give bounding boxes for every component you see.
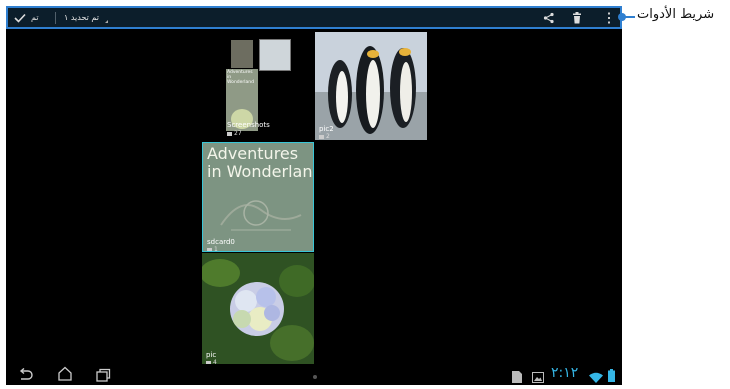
album-tile-pic[interactable]: pic 4 [202, 253, 314, 364]
stacked-thumbnail [231, 40, 253, 68]
trash-icon [573, 12, 581, 24]
device-screen: تم تم تحديد ١ Adventures in Wonderland S… [6, 6, 622, 385]
wifi-icon [589, 372, 603, 383]
action-toolbar: تم تم تحديد ١ [6, 6, 622, 29]
thumbnail-title-line1: Adventures [207, 144, 299, 163]
folder-icon [227, 131, 232, 136]
share-icon [543, 12, 554, 24]
dropdown-corner-icon [104, 20, 108, 23]
selection-count-label: تم تحديد ١ [64, 13, 99, 22]
hydrangea-photo [202, 253, 314, 364]
selection-count-dropdown[interactable]: تم تحديد ١ [64, 8, 108, 27]
gallery-status [532, 368, 544, 385]
penguins-photo [315, 32, 427, 140]
recent-apps-icon [96, 368, 111, 382]
share-button[interactable] [541, 10, 557, 26]
album-count: 27 [227, 130, 242, 137]
toolbar-divider [55, 12, 56, 24]
battery-status [608, 367, 615, 385]
album-name: pic [206, 351, 217, 359]
sd-card-status [512, 368, 522, 385]
overflow-menu-icon [608, 12, 610, 24]
delete-button[interactable] [569, 10, 585, 26]
album-tile-pic2[interactable]: pic2 2 [315, 32, 427, 140]
album-count: 2 [319, 133, 330, 140]
callout-label: شريط الأدوات [637, 7, 715, 22]
overflow-menu-button[interactable] [601, 10, 617, 26]
album-name: sdcard0 [207, 238, 235, 246]
folder-icon [319, 134, 324, 139]
thumbnail-text: Adventures in Wonderland [227, 70, 254, 85]
album-name: pic2 [319, 125, 334, 133]
stacked-thumbnail [259, 39, 291, 71]
album-count: 1 [207, 246, 218, 251]
back-button[interactable] [18, 367, 36, 383]
recent-apps-button[interactable] [95, 367, 113, 383]
back-icon [19, 367, 33, 380]
done-button[interactable]: تم [14, 8, 39, 27]
gallery-icon [532, 372, 544, 383]
album-tile-sdcard0[interactable]: Adventures in Wonderland sdcard0 1 [202, 142, 314, 252]
clock: ٢:١٢ [551, 365, 579, 381]
system-navigation-bar: ٢:١٢ [6, 363, 622, 385]
callout-leader-line [622, 16, 635, 18]
album-tile-screenshots[interactable]: Adventures in Wonderland Screenshots 27 [223, 36, 291, 139]
battery-icon [608, 369, 615, 382]
home-icon [58, 366, 72, 381]
thumbnail-title-line2: in Wonderland [207, 162, 314, 181]
home-button[interactable] [57, 366, 75, 382]
album-name: Screenshots [227, 121, 270, 129]
check-icon [14, 13, 26, 23]
illustration-thumbnail [220, 200, 302, 231]
wifi-status [589, 368, 603, 385]
sd-card-icon [512, 371, 522, 383]
done-label: تم [31, 13, 39, 22]
folder-icon [207, 247, 212, 251]
